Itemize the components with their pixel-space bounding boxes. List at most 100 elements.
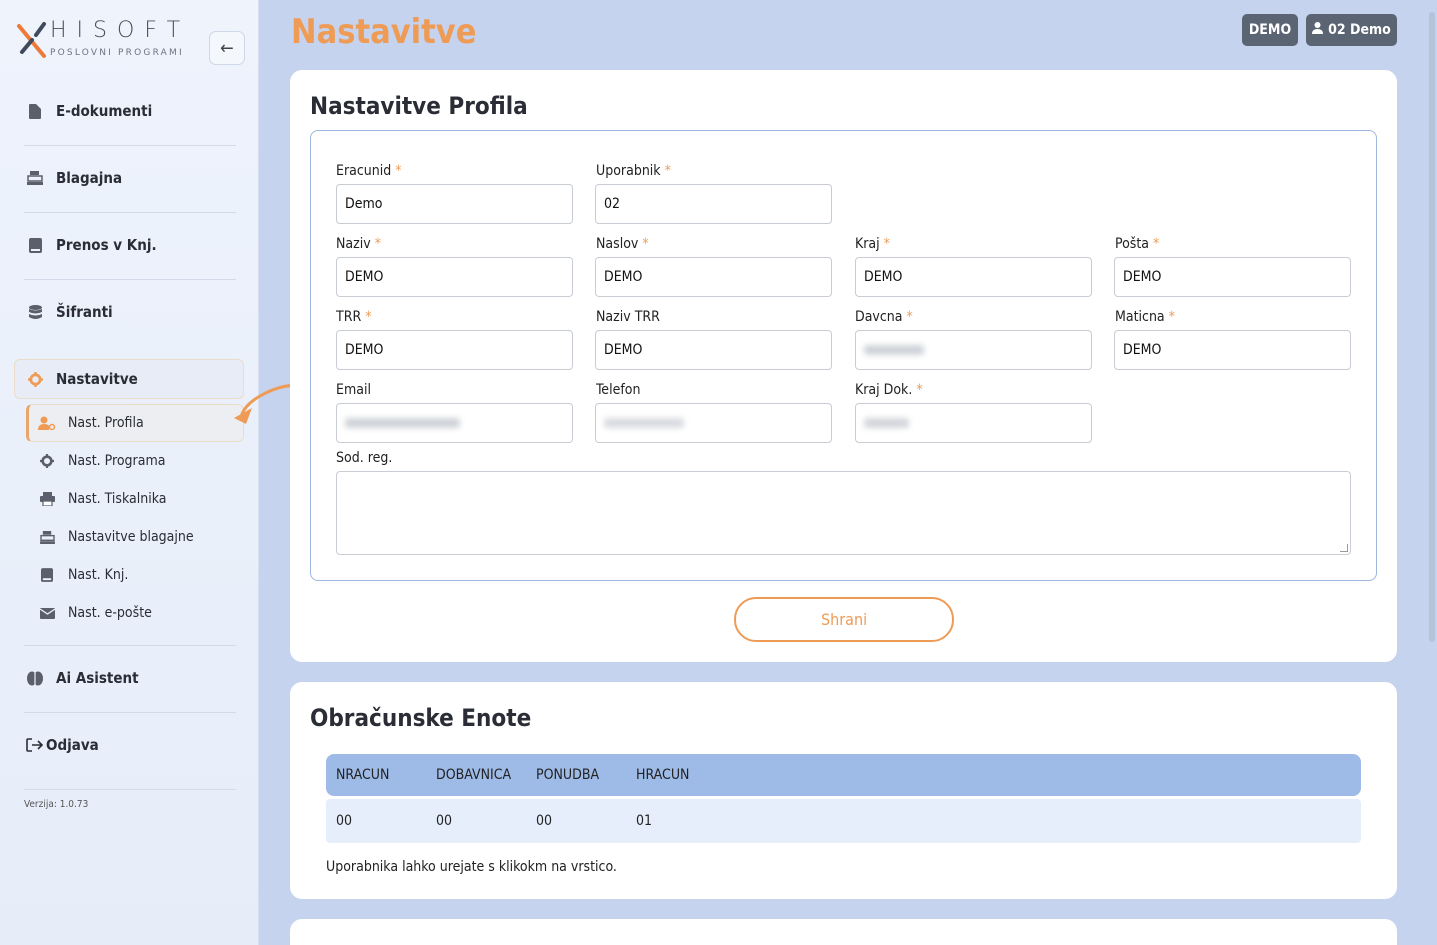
sidebar-item-prenos-v-knj[interactable]: Prenos v Knj. [24, 223, 236, 267]
sidebar-item-label: Blagajna [56, 169, 123, 187]
gear-icon [24, 370, 46, 388]
table-header: NRACUN DOBAVNICA PONUDBA HRACUN [326, 754, 1361, 796]
database-icon [24, 303, 46, 321]
sod-reg-textarea[interactable] [336, 471, 1351, 555]
table-hint: Uporabnika lahko urejate s klikokm na vr… [326, 859, 617, 875]
eracunid-label: Eracunid * [336, 163, 402, 179]
sidebar-item-label: Ai Asistent [56, 669, 139, 687]
posta-field[interactable]: DEMO [1114, 257, 1351, 297]
naziv-trr-field[interactable]: DEMO [595, 330, 832, 370]
cash-register-icon [24, 169, 46, 187]
eracunid-field[interactable]: Demo [336, 184, 573, 224]
email-field[interactable] [336, 403, 573, 443]
naziv-label: Naziv * [336, 236, 381, 252]
sidebar-subitem-label: Nastavitve blagajne [68, 529, 194, 545]
hisoft-logo[interactable]: HISOFT POSLOVNI PROGRAMI [16, 18, 196, 64]
resize-handle-icon[interactable] [1340, 544, 1348, 552]
logo-tagline: POSLOVNI PROGRAMI [50, 48, 184, 58]
file-icon [24, 102, 46, 120]
sidebar-item-nastavitve[interactable]: Nastavitve [24, 357, 236, 401]
collapse-sidebar-button[interactable]: ← [209, 31, 245, 65]
table-cell: 00 [536, 813, 553, 829]
divider [24, 712, 236, 713]
sidebar-item-sifranti[interactable]: Šifranti [24, 290, 236, 334]
section-title: Obračunske Enote [310, 704, 532, 732]
table-row[interactable]: 00 00 00 01 [326, 799, 1361, 843]
sod-reg-label: Sod. reg. [336, 450, 393, 466]
envelope-icon [38, 607, 56, 619]
sidebar-subitem-label: Nast. e-pošte [68, 605, 152, 621]
sidebar-subitem-nast-programa[interactable]: Nast. Programa [38, 444, 238, 478]
redaction-blur [604, 418, 684, 428]
maticna-label: Maticna * [1115, 309, 1175, 325]
page-title: Nastavitve [291, 12, 477, 52]
table-cell: 00 [436, 813, 453, 829]
kraj-label: Kraj * [855, 236, 890, 252]
sidebar-item-odjava[interactable]: Odjava [24, 723, 236, 767]
sidebar: HISOFT POSLOVNI PROGRAMI ← E-dokumenti B… [0, 0, 259, 945]
sidebar-item-e-dokumenti[interactable]: E-dokumenti [24, 89, 236, 133]
email-label: Email [336, 382, 371, 398]
sidebar-subitem-nast-e-poste[interactable]: Nast. e-pošte [38, 596, 238, 630]
book-icon [24, 236, 46, 254]
telefon-label: Telefon [596, 382, 641, 398]
column-header: HRACUN [636, 767, 690, 783]
davcna-field[interactable] [855, 330, 1092, 370]
profile-settings-card: Nastavitve Profila Eracunid * Demo Uporab… [290, 70, 1397, 662]
uporabnik-label: Uporabnik * [596, 163, 671, 179]
column-header: NRACUN [336, 767, 390, 783]
redaction-blur [345, 418, 460, 428]
divider [24, 645, 236, 646]
sidebar-subitem-nast-knj[interactable]: Nast. Knj. [38, 558, 238, 592]
davcna-label: Davcna * [855, 309, 913, 325]
posta-label: Pošta * [1115, 236, 1160, 252]
sidebar-item-label: Nastavitve [56, 370, 138, 388]
naziv-field[interactable]: DEMO [336, 257, 573, 297]
sidebar-item-ai-asistent[interactable]: Ai Asistent [24, 656, 236, 700]
divider [24, 145, 236, 146]
scrollbar[interactable] [1429, 12, 1435, 642]
book-icon [38, 568, 56, 582]
sidebar-item-label: Prenos v Knj. [56, 236, 157, 254]
kraj-dok-label: Kraj Dok. * [855, 382, 923, 398]
sidebar-subitem-nast-tiskalnika[interactable]: Nast. Tiskalnika [38, 482, 238, 516]
naslov-label: Naslov * [596, 236, 649, 252]
divider [24, 212, 236, 213]
trr-field[interactable]: DEMO [336, 330, 573, 370]
user-menu-button[interactable]: 02 Demo [1306, 14, 1397, 46]
logo-mark-icon [17, 22, 46, 58]
divider [24, 279, 236, 280]
sidebar-item-label: Šifranti [56, 303, 113, 321]
version-label: Verzija: 1.0.73 [24, 799, 89, 810]
naslov-field[interactable]: DEMO [595, 257, 832, 297]
user-name: 02 Demo [1328, 22, 1391, 38]
kraj-field[interactable]: DEMO [855, 257, 1092, 297]
maticna-field[interactable]: DEMO [1114, 330, 1351, 370]
sidebar-item-label: Odjava [46, 736, 99, 754]
sidebar-item-blagajna[interactable]: Blagajna [24, 156, 236, 200]
table-cell: 00 [336, 813, 353, 829]
uporabnik-field[interactable]: 02 [595, 184, 832, 224]
billing-units-card: Obračunske Enote NRACUN DOBAVNICA PONUDB… [290, 682, 1397, 899]
sidebar-subitem-label: Nast. Tiskalnika [68, 491, 167, 507]
redaction-blur [864, 345, 924, 355]
logout-icon [24, 736, 46, 754]
sidebar-subitem-nastavitve-blagajne[interactable]: Nastavitve blagajne [38, 520, 238, 554]
company-badge[interactable]: DEMO [1242, 14, 1298, 46]
sidebar-item-label: E-dokumenti [56, 102, 153, 120]
arrow-left-icon: ← [220, 37, 234, 59]
sidebar-subitem-label: Nast. Profila [68, 415, 144, 431]
profile-form: Eracunid * Demo Uporabnik * 02 Naziv * DEMO… [310, 130, 1377, 581]
printer-icon [38, 492, 56, 506]
naziv-trr-label: Naziv TRR [596, 309, 660, 325]
save-button[interactable]: Shrani [734, 597, 954, 642]
kraj-dok-field[interactable] [855, 403, 1092, 443]
sidebar-subitem-nast-profila[interactable]: Nast. Profila [38, 406, 238, 440]
section-title: Nastavitve Profila [310, 92, 528, 120]
divider [24, 789, 236, 790]
cash-register-icon [38, 530, 56, 544]
telefon-field[interactable] [595, 403, 832, 443]
column-header: PONUDBA [536, 767, 600, 783]
sidebar-subitem-label: Nast. Programa [68, 453, 166, 469]
user-icon [1312, 22, 1324, 38]
